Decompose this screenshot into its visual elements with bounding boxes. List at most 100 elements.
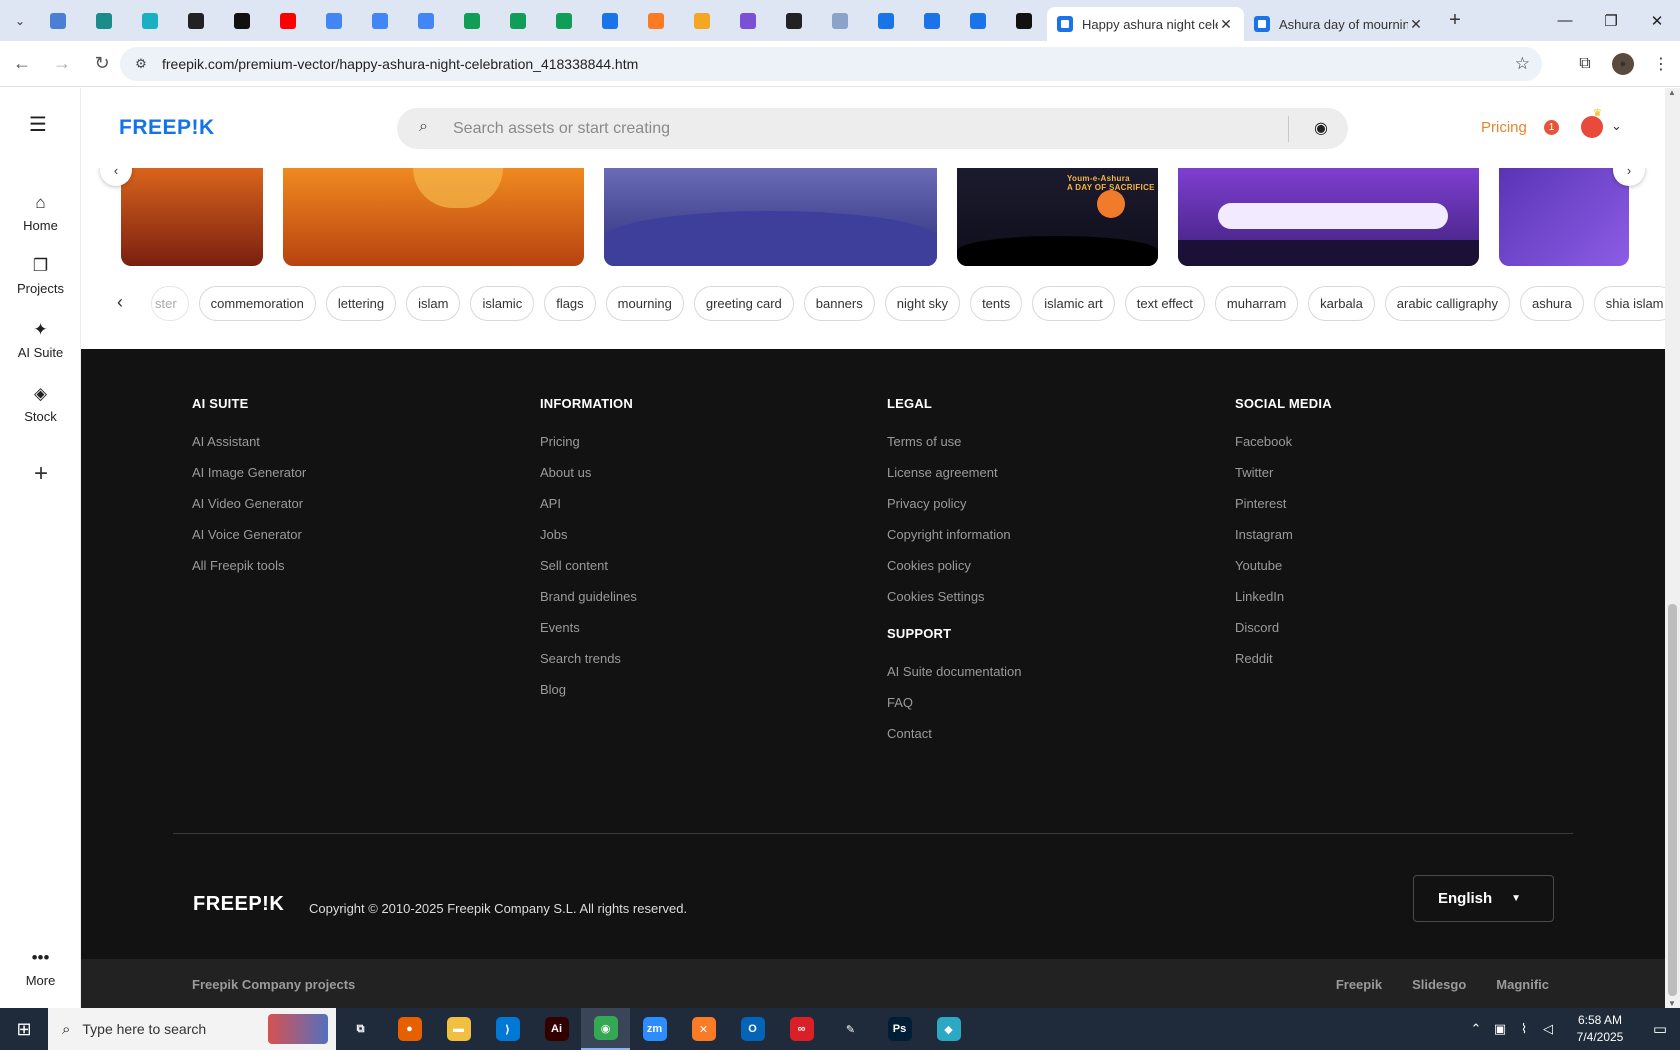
tab-ashura-day[interactable]: Ashura day of mourning ✕ bbox=[1244, 7, 1434, 41]
close-icon[interactable]: ✕ bbox=[1218, 16, 1234, 33]
scroll-up-icon[interactable]: ▲ bbox=[1668, 88, 1676, 97]
footer-link[interactable]: LinkedIn bbox=[1235, 581, 1332, 612]
tab-search-chevron-icon[interactable]: ⌄ bbox=[5, 6, 35, 36]
image-card[interactable] bbox=[283, 168, 584, 266]
taskbar-app[interactable]: ● bbox=[385, 1008, 434, 1050]
tag-chip[interactable]: banners bbox=[803, 286, 875, 321]
footer-link[interactable]: Pinterest bbox=[1235, 488, 1332, 519]
pinned-tab[interactable] bbox=[495, 6, 541, 36]
pinned-tab[interactable] bbox=[1001, 6, 1047, 36]
tag-chip[interactable]: night sky bbox=[884, 286, 961, 321]
footer-link[interactable]: API bbox=[540, 488, 637, 519]
footer-link[interactable]: All Freepik tools bbox=[192, 550, 306, 581]
freepik-logo[interactable]: FREEP!K bbox=[119, 116, 215, 140]
footer-link[interactable]: License agreement bbox=[887, 457, 1021, 488]
footer-link[interactable]: Copyright information bbox=[887, 519, 1021, 550]
pinned-tab[interactable] bbox=[127, 6, 173, 36]
taskbar-app[interactable]: ⧉ bbox=[336, 1008, 385, 1050]
footer-link[interactable]: AI Video Generator bbox=[192, 488, 306, 519]
footer-link[interactable]: Cookies policy bbox=[887, 550, 1021, 581]
tag-chip[interactable]: commemoration bbox=[198, 286, 316, 321]
footer-link[interactable]: Privacy policy bbox=[887, 488, 1021, 519]
image-card[interactable] bbox=[121, 168, 263, 266]
rail-item-projects[interactable]: ❐ Projects bbox=[0, 256, 81, 296]
close-window-icon[interactable]: ✕ bbox=[1634, 0, 1680, 41]
footer-link[interactable]: Twitter bbox=[1235, 457, 1332, 488]
address-bar[interactable]: ⚙ freepik.com/premium-vector/happy-ashur… bbox=[120, 47, 1542, 81]
footer-link[interactable]: Search trends bbox=[540, 643, 637, 674]
footer-link[interactable]: AI Assistant bbox=[192, 426, 306, 457]
pinned-tab[interactable] bbox=[725, 6, 771, 36]
chevron-down-icon[interactable]: ⌄ bbox=[1611, 118, 1622, 134]
notification-center-icon[interactable]: ▭ bbox=[1640, 1020, 1680, 1038]
tag-chip[interactable]: islamic art bbox=[1032, 286, 1115, 321]
tag-chip[interactable]: islam bbox=[406, 286, 461, 321]
tag-chip[interactable]: arabic calligraphy bbox=[1384, 286, 1510, 321]
rail-item-stock[interactable]: ◈ Stock bbox=[0, 384, 81, 424]
bookmark-star-icon[interactable]: ☆ bbox=[1515, 54, 1530, 74]
pinned-tab[interactable] bbox=[403, 6, 449, 36]
footer-link[interactable]: AI Image Generator bbox=[192, 457, 306, 488]
footer-link[interactable]: AI Voice Generator bbox=[192, 519, 306, 550]
pinned-tab[interactable] bbox=[311, 6, 357, 36]
footer-link[interactable]: FAQ bbox=[887, 687, 1021, 718]
pinned-tab[interactable] bbox=[817, 6, 863, 36]
footer-link[interactable]: Discord bbox=[1235, 612, 1332, 643]
pinned-tab[interactable] bbox=[909, 6, 955, 36]
tag-chip[interactable]: islamic bbox=[470, 286, 535, 321]
taskbar-app[interactable]: ⟩ bbox=[483, 1008, 532, 1050]
footer-link[interactable]: Brand guidelines bbox=[540, 581, 637, 612]
tag-chip[interactable]: mourning bbox=[605, 286, 684, 321]
forward-arrow-icon[interactable]: → bbox=[44, 46, 80, 82]
close-icon[interactable]: ✕ bbox=[1408, 16, 1424, 33]
footer-link[interactable]: Contact bbox=[887, 718, 1021, 749]
pinned-tab[interactable] bbox=[35, 6, 81, 36]
rail-item-more[interactable]: ••• More bbox=[0, 948, 81, 988]
tag-chip[interactable]: greeting card bbox=[693, 286, 794, 321]
add-plus-icon[interactable]: + bbox=[22, 455, 60, 493]
pinned-tab[interactable] bbox=[265, 6, 311, 36]
tag-chip[interactable]: ashura bbox=[1519, 286, 1584, 321]
reload-icon[interactable]: ↻ bbox=[84, 46, 120, 82]
footer-link[interactable]: About us bbox=[540, 457, 637, 488]
taskbar-app[interactable]: ✎ bbox=[826, 1008, 875, 1050]
tag-chip[interactable]: karbala bbox=[1308, 286, 1375, 321]
pinned-tab[interactable] bbox=[633, 6, 679, 36]
site-info-icon[interactable]: ⚙ bbox=[126, 56, 156, 72]
pinned-tab[interactable] bbox=[587, 6, 633, 36]
footer-link[interactable]: Cookies Settings bbox=[887, 581, 1021, 612]
tag-chip[interactable]: ster bbox=[151, 286, 189, 321]
footer-link[interactable]: AI Suite documentation bbox=[887, 656, 1021, 687]
tag-chip[interactable]: flags bbox=[544, 286, 596, 321]
footer-link[interactable]: Sell content bbox=[540, 550, 637, 581]
taskbar-app[interactable]: O bbox=[728, 1008, 777, 1050]
project-link[interactable]: Freepik bbox=[1336, 977, 1382, 992]
pricing-link[interactable]: Pricing bbox=[1481, 119, 1527, 136]
image-card[interactable] bbox=[1499, 168, 1629, 266]
search-input[interactable] bbox=[453, 108, 1273, 149]
tray-wifi-icon[interactable]: ⌇ bbox=[1512, 1021, 1536, 1037]
pinned-tab[interactable] bbox=[219, 6, 265, 36]
tag-chip[interactable]: lettering bbox=[325, 286, 397, 321]
tag-chip[interactable]: text effect bbox=[1124, 286, 1205, 321]
pinned-tab[interactable] bbox=[173, 6, 219, 36]
tag-chip[interactable]: shia islam bbox=[1593, 286, 1676, 321]
taskbar-app[interactable]: Ps bbox=[875, 1008, 924, 1050]
pinned-tab[interactable] bbox=[863, 6, 909, 36]
user-avatar[interactable]: ♛ bbox=[1581, 108, 1603, 138]
footer-link[interactable]: Pricing bbox=[540, 426, 637, 457]
restore-icon[interactable]: ❐ bbox=[1588, 0, 1634, 41]
footer-logo[interactable]: FREEP!K bbox=[193, 893, 284, 916]
taskbar-app[interactable]: ▬ bbox=[434, 1008, 483, 1050]
taskbar-app[interactable]: ◆ bbox=[924, 1008, 973, 1050]
pinned-tab[interactable] bbox=[449, 6, 495, 36]
footer-link[interactable]: Youtube bbox=[1235, 550, 1332, 581]
pinned-tab[interactable] bbox=[541, 6, 587, 36]
kebab-menu-icon[interactable]: ⋮ bbox=[1642, 46, 1680, 82]
camera-icon[interactable]: ◉ bbox=[1314, 118, 1328, 138]
pinned-tab[interactable] bbox=[679, 6, 725, 36]
new-tab-plus-icon[interactable]: + bbox=[1440, 6, 1470, 36]
pinned-tab[interactable] bbox=[955, 6, 1001, 36]
minimize-icon[interactable]: — bbox=[1542, 0, 1588, 41]
image-card[interactable]: Youm-e-Ashura A DAY OF SACRIFICE bbox=[957, 168, 1158, 266]
